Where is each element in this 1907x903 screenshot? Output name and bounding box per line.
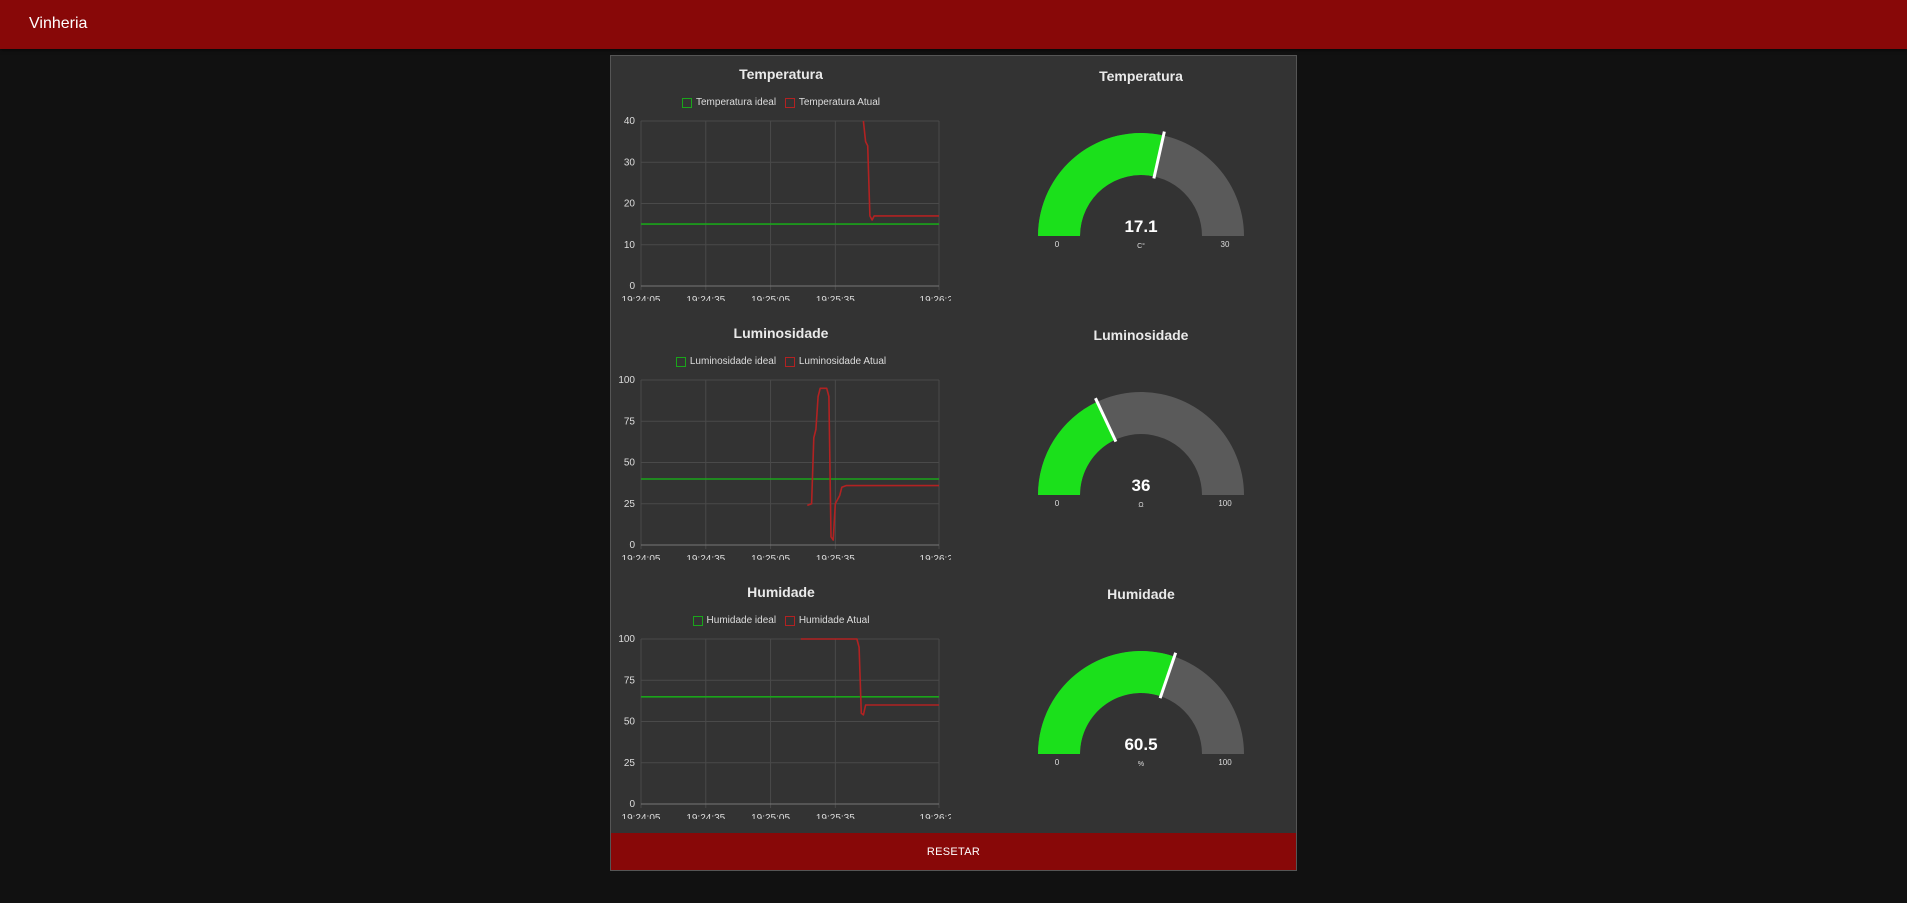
dashboard-panel: Temperatura Temperatura ideal Temperatur… [610,55,1297,871]
gauge-card-luminosidade: Luminosidade 36 Ω 0 100 [991,315,1291,565]
gauge-max: 100 [1218,758,1232,767]
legend-label: Luminosidade Atual [798,356,887,367]
legend-item-actual[interactable]: Luminosidade Atual [784,356,887,367]
y-tick-label: 100 [618,375,635,386]
x-tick-label: 19:25:35 [816,295,855,301]
legend-item-actual[interactable]: Humidade Atual [784,615,870,626]
legend-swatch-actual [784,356,795,367]
legend-item-ideal[interactable]: Temperatura ideal [682,97,776,108]
gauge-value: 17.1 [1124,217,1157,236]
chart-card-humidade: Humidade Humidade ideal Humidade Atual 0… [611,574,951,824]
gauge-max: 30 [1221,240,1230,249]
x-tick-label: 19:26:23 [920,295,951,301]
chart-card-luminosidade: Luminosidade Luminosidade ideal Luminosi… [611,315,951,565]
legend-item-ideal[interactable]: Luminosidade ideal [675,356,777,367]
legend-swatch-ideal [692,615,703,626]
gauge-unit: Ω [1138,502,1143,509]
y-tick-label: 0 [629,540,635,551]
y-tick-label: 25 [624,499,636,510]
chart-legend: Luminosidade ideal Luminosidade Atual [611,356,951,370]
legend-swatch-actual [784,615,795,626]
reset-button[interactable]: RESETAR [611,833,1296,870]
y-tick-label: 100 [618,634,635,645]
y-tick-label: 25 [624,758,636,769]
series-line-actual [807,387,939,541]
legend-item-actual[interactable]: Temperatura Atual [784,97,880,108]
gauge-luminosidade: 36 Ω 0 100 [1038,392,1244,509]
gauge-temperatura: 17.1 C° 0 30 [1038,131,1244,250]
legend-label: Luminosidade ideal [689,356,777,367]
chart-title: Temperatura [739,66,823,82]
legend-label: Humidade ideal [706,615,777,626]
top-bar: Vinheria [0,0,1907,49]
chart-title: Humidade [747,584,815,600]
chart-card-temperatura: Temperatura Temperatura ideal Temperatur… [611,56,951,306]
x-tick-label: 19:25:05 [751,295,790,301]
y-tick-label: 50 [624,717,636,728]
x-tick-label: 19:24:05 [622,813,661,819]
legend-swatch-ideal [675,356,686,367]
legend-label: Humidade Atual [798,615,870,626]
x-tick-label: 19:25:05 [751,813,790,819]
y-tick-label: 20 [624,199,636,210]
gauge-min: 0 [1055,240,1060,249]
y-tick-label: 0 [629,281,635,292]
legend-item-ideal[interactable]: Humidade ideal [692,615,777,626]
y-tick-label: 75 [624,416,636,427]
y-tick-label: 0 [629,799,635,810]
x-tick-label: 19:24:35 [686,295,725,301]
gauge-min: 0 [1055,499,1060,508]
y-tick-label: 10 [624,240,636,251]
x-tick-label: 19:24:35 [686,813,725,819]
y-tick-label: 40 [624,116,636,127]
gauge-card-humidade: Humidade 60.5 % 0 100 [991,574,1291,824]
gauge-card-temperatura: Temperatura 17.1 C° 0 30 [991,56,1291,306]
app-title: Vinheria [29,15,88,32]
gauge-unit: C° [1137,242,1145,250]
y-tick-label: 30 [624,157,636,168]
legend-label: Temperatura ideal [696,97,777,108]
x-tick-label: 19:24:35 [686,554,725,560]
legend-label: Temperatura Atual [798,97,880,108]
gauge-value: 36 [1132,476,1151,495]
gauge-max: 100 [1218,499,1232,508]
line-chart-temperatura: 0 10 20 30 40 19:24:05 19:24:35 19:25:05 19:25:3… [622,116,951,301]
gauge-value: 60.5 [1124,735,1157,754]
x-tick-label: 19:26:23 [920,813,951,819]
line-chart-humidade: 0 25 50 75 100 19:24:05 19:24:35 19:25:05 19:25:… [618,634,951,819]
x-tick-label: 19:25:35 [816,813,855,819]
x-tick-label: 19:25:05 [751,554,790,560]
series-line-actual [862,120,939,221]
legend-swatch-actual [784,97,795,108]
x-tick-label: 19:24:05 [622,295,661,301]
series-line-actual [800,638,939,716]
y-tick-label: 50 [624,458,636,469]
line-chart-luminosidade: 0 25 50 75 100 19:24:05 19:24:35 19:25:05 19:25:… [618,375,951,560]
chart-legend: Humidade ideal Humidade Atual [611,615,951,629]
x-tick-label: 19:25:35 [816,554,855,560]
x-tick-label: 19:24:05 [622,554,661,560]
chart-title: Luminosidade [733,325,829,341]
gauge-unit: % [1138,761,1144,768]
chart-legend: Temperatura ideal Temperatura Atual [611,97,951,111]
gauge-humidade: 60.5 % 0 100 [1038,651,1244,768]
x-tick-label: 19:26:23 [920,554,951,560]
y-tick-label: 75 [624,675,636,686]
gauge-min: 0 [1055,758,1060,767]
legend-swatch-ideal [682,97,692,108]
